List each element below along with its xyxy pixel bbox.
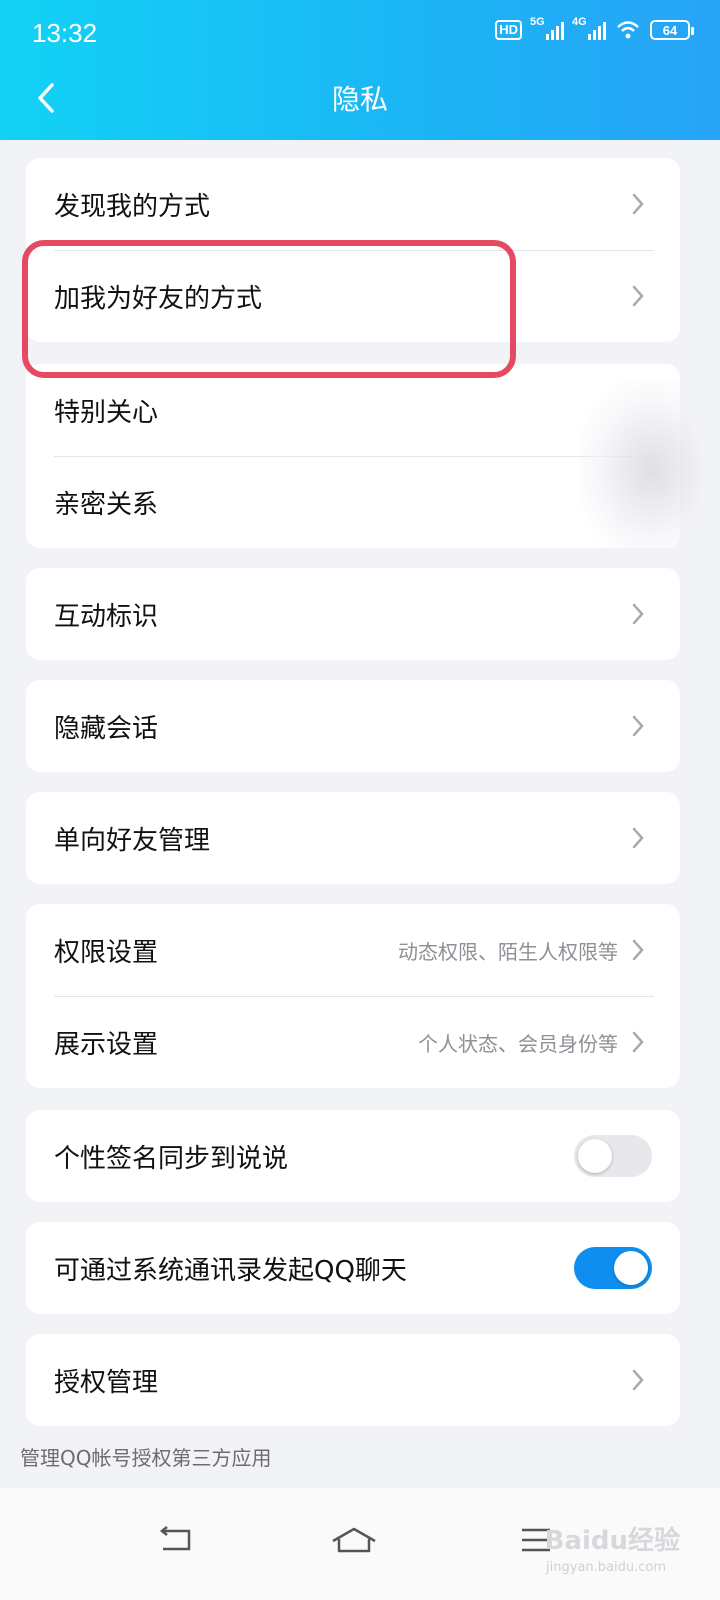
hd-icon: HD — [495, 20, 522, 40]
row-label: 权限设置 — [54, 937, 159, 968]
signature-sync-toggle[interactable] — [574, 1135, 652, 1177]
row-signature-sync: 个性签名同步到说说 — [26, 1110, 680, 1202]
chevron-right-icon — [632, 193, 644, 215]
watermark-url: jingyan.baidu.com — [546, 1560, 666, 1575]
wifi-icon — [617, 21, 639, 39]
row-one-way-friend-management[interactable]: 单向好友管理 — [26, 792, 680, 884]
row-display-settings[interactable]: 展示设置 个人状态、会员身份等 — [26, 996, 680, 1088]
back-nav-icon[interactable] — [146, 1518, 206, 1562]
signal-5g-icon: 5G — [530, 16, 564, 40]
watermark-logo: Baidu经验 — [544, 1526, 680, 1556]
chevron-right-icon — [632, 285, 644, 307]
toggle-knob — [578, 1139, 612, 1173]
signal-4g-icon: 4G — [572, 16, 606, 40]
row-contacts-qq-chat: 可通过系统通讯录发起QQ聊天 — [26, 1222, 680, 1314]
row-label: 发现我的方式 — [54, 191, 211, 222]
toggle-knob — [614, 1251, 648, 1285]
status-time: 13:32 — [32, 18, 98, 48]
row-interaction-badges[interactable]: 互动标识 — [26, 568, 680, 660]
row-value: 动态权限、陌生人权限等 — [398, 939, 618, 964]
row-label: 个性签名同步到说说 — [54, 1143, 289, 1174]
row-value: 个人状态、会员身份等 — [418, 1031, 618, 1056]
battery-icon: 64 — [650, 20, 694, 40]
settings-group-permissions: 权限设置 动态权限、陌生人权限等 展示设置 个人状态、会员身份等 — [26, 904, 680, 1088]
row-hidden-chats[interactable]: 隐藏会话 — [26, 680, 680, 772]
settings-group-one-way-friends: 单向好友管理 — [26, 792, 680, 884]
row-label: 授权管理 — [54, 1367, 159, 1398]
battery-level: 64 — [662, 22, 678, 38]
contacts-chat-toggle[interactable] — [574, 1247, 652, 1289]
row-label: 特别关心 — [54, 397, 159, 428]
status-icons: HD 5G 4G 64 — [495, 16, 694, 40]
home-nav-icon[interactable] — [324, 1518, 384, 1562]
settings-group-hidden-chats: 隐藏会话 — [26, 680, 680, 772]
settings-group-authorization: 授权管理 — [26, 1334, 680, 1426]
chevron-right-icon — [632, 827, 644, 849]
row-label: 互动标识 — [54, 601, 159, 632]
settings-group-interaction: 互动标识 — [26, 568, 680, 660]
authorization-footnote: 管理QQ帐号授权第三方应用 — [20, 1446, 272, 1470]
row-find-me-methods[interactable]: 发现我的方式 — [26, 158, 680, 250]
settings-group-contacts-chat: 可通过系统通讯录发起QQ聊天 — [26, 1222, 680, 1314]
chevron-right-icon — [632, 939, 644, 961]
highlight-annotation — [22, 240, 516, 378]
erased-region — [580, 380, 700, 560]
row-label: 单向好友管理 — [54, 825, 211, 856]
settings-group-signature-sync: 个性签名同步到说说 — [26, 1110, 680, 1202]
page-title: 隐私 — [331, 83, 388, 116]
row-label: 可通过系统通讯录发起QQ聊天 — [54, 1255, 407, 1286]
row-label: 亲密关系 — [54, 489, 159, 520]
app-header: 13:32 HD 5G 4G 64 隐私 — [0, 0, 720, 140]
row-authorization-management[interactable]: 授权管理 — [26, 1334, 680, 1426]
row-label: 隐藏会话 — [54, 713, 159, 744]
row-permission-settings[interactable]: 权限设置 动态权限、陌生人权限等 — [26, 904, 680, 996]
chevron-right-icon — [632, 715, 644, 737]
chevron-right-icon — [632, 1031, 644, 1053]
chevron-right-icon — [632, 603, 644, 625]
chevron-right-icon — [632, 1369, 644, 1391]
row-label: 展示设置 — [54, 1029, 159, 1060]
